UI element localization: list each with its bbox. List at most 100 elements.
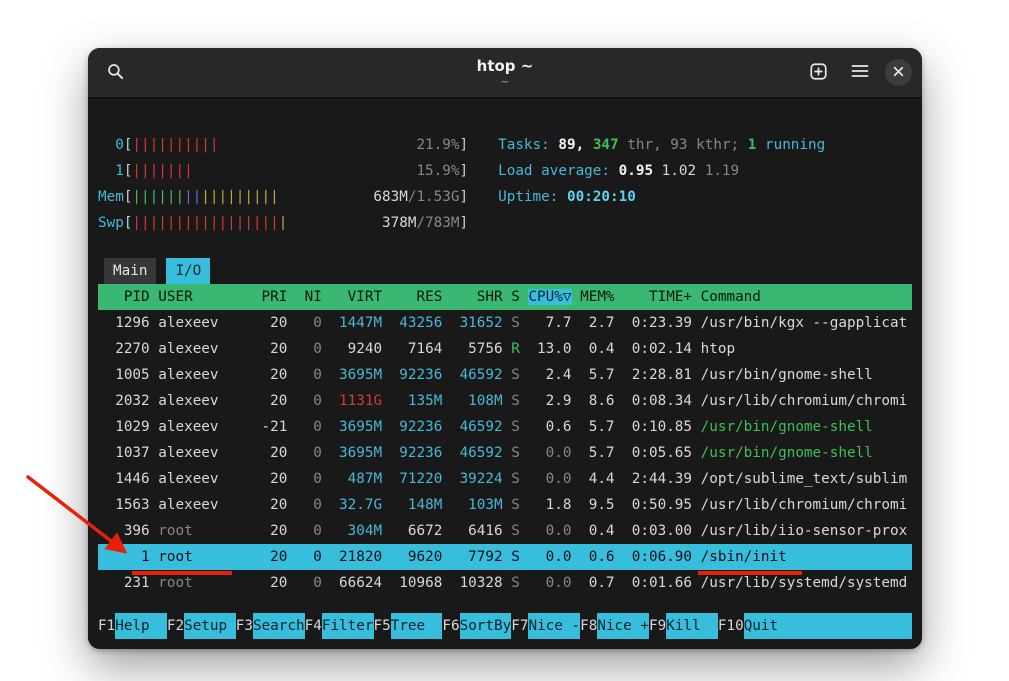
cell-mem: 4.4 bbox=[580, 471, 614, 487]
cell-res: 135M bbox=[391, 393, 443, 409]
cell-state: S bbox=[511, 393, 520, 409]
fn-action-label: Nice + bbox=[597, 613, 649, 639]
cell-user: alexeev bbox=[158, 341, 244, 357]
column-header-ni[interactable]: NI bbox=[296, 289, 322, 305]
column-header-state[interactable]: S bbox=[511, 289, 520, 305]
meter-bar-segment: | bbox=[279, 215, 288, 231]
cell-virt: 1131G bbox=[330, 393, 382, 409]
fn-item-f8[interactable]: F8Nice + bbox=[580, 613, 649, 639]
column-header-cpu[interactable]: CPU%▽ bbox=[528, 289, 571, 305]
cell-res: 43256 bbox=[391, 315, 443, 331]
meter-label: 1 bbox=[98, 158, 124, 184]
cell-user: root bbox=[158, 523, 244, 539]
cell-command: /usr/lib/chromium/chromi bbox=[701, 497, 908, 513]
cell-pri: 20 bbox=[253, 393, 287, 409]
cell-pri: 20 bbox=[253, 367, 287, 383]
fn-item-f7[interactable]: F7Nice - bbox=[511, 613, 580, 639]
cell-time: 0:23.39 bbox=[623, 315, 692, 331]
fn-item-f2[interactable]: F2Setup bbox=[167, 613, 236, 639]
process-row[interactable]: 231 root 20 0 66624 10968 10328 S 0.0 0.… bbox=[98, 570, 912, 596]
fn-item-f1[interactable]: F1Help bbox=[98, 613, 167, 639]
fn-key-label: F6 bbox=[442, 613, 459, 639]
column-header-pri[interactable]: PRI bbox=[253, 289, 287, 305]
process-row[interactable]: 2270 alexeev 20 0 9240 7164 5756 R 13.0 … bbox=[98, 336, 912, 362]
search-button[interactable] bbox=[98, 56, 132, 90]
column-header-mem[interactable]: MEM% bbox=[580, 289, 614, 305]
menu-button[interactable] bbox=[843, 56, 877, 90]
process-row[interactable]: 1029 alexeev -21 0 3695M 92236 46592 S 0… bbox=[98, 414, 912, 440]
process-row[interactable]: 2032 alexeev 20 0 1131G 135M 108M S 2.9 … bbox=[98, 388, 912, 414]
meter-open-bracket: [ bbox=[124, 215, 133, 231]
cell-pri: 20 bbox=[253, 315, 287, 331]
cell-command: /usr/bin/kgx --gapplicat bbox=[701, 315, 908, 331]
cell-user: alexeev bbox=[158, 367, 244, 383]
cell-pid: 1 bbox=[98, 549, 150, 565]
cell-pri: -21 bbox=[253, 419, 287, 435]
stat-text: Load average: bbox=[498, 163, 619, 179]
process-row[interactable]: 1037 alexeev 20 0 3695M 92236 46592 S 0.… bbox=[98, 440, 912, 466]
tab-main[interactable]: Main bbox=[104, 258, 156, 284]
cell-pid: 1296 bbox=[98, 315, 150, 331]
terminal: 0[||||||||||21.9%]1[|||||||15.9%]Mem[|||… bbox=[88, 98, 922, 649]
process-row[interactable]: 1563 alexeev 20 0 32.7G 148M 103M S 1.8 … bbox=[98, 492, 912, 518]
cell-mem: 5.7 bbox=[580, 445, 614, 461]
meter-mem: Mem[|||||||||||||||||683M/1.53G] bbox=[98, 184, 468, 210]
console-window: htop ~ ~ bbox=[88, 48, 922, 649]
cell-cpu: 2.4 bbox=[528, 367, 571, 383]
column-header-res[interactable]: RES bbox=[391, 289, 443, 305]
cell-mem: 0.6 bbox=[580, 549, 614, 565]
meter-close-bracket: ] bbox=[460, 189, 469, 205]
process-row[interactable]: 1296 alexeev 20 0 1447M 43256 31652 S 7.… bbox=[98, 310, 912, 336]
search-icon bbox=[107, 63, 124, 83]
cell-shr: 46592 bbox=[451, 367, 503, 383]
process-row[interactable]: 1005 alexeev 20 0 3695M 92236 46592 S 2.… bbox=[98, 362, 912, 388]
meter-bar: ||||||||||||||||||378M/783M bbox=[132, 210, 459, 236]
cell-pid: 2270 bbox=[98, 341, 150, 357]
fn-item-f4[interactable]: F4Filter bbox=[305, 613, 374, 639]
cell-res: 92236 bbox=[391, 419, 443, 435]
cell-ni: 0 bbox=[296, 523, 322, 539]
close-button[interactable] bbox=[885, 59, 912, 86]
new-tab-button[interactable] bbox=[801, 56, 835, 90]
cell-user: alexeev bbox=[158, 445, 244, 461]
fn-item-f5[interactable]: F5Tree bbox=[374, 613, 443, 639]
column-header-command[interactable]: Command bbox=[701, 289, 761, 305]
column-header-pid[interactable]: PID bbox=[98, 289, 150, 305]
fn-item-f10[interactable]: F10Quit bbox=[718, 613, 912, 639]
fn-action-label: Help bbox=[115, 613, 167, 639]
column-header-virt[interactable]: VIRT bbox=[330, 289, 382, 305]
tab-io[interactable]: I/O bbox=[166, 258, 210, 284]
stat-text: thr bbox=[619, 137, 653, 153]
column-header-time[interactable]: TIME+ bbox=[623, 289, 692, 305]
cell-command: /usr/bin/gnome-shell bbox=[701, 419, 873, 435]
fn-key-label: F9 bbox=[649, 613, 666, 639]
cell-time: 0:06.90 bbox=[623, 549, 692, 565]
header-stats: Tasks: 89, 347 thr, 93 kthr; 1 runningLo… bbox=[498, 132, 825, 236]
meter-close-bracket: ] bbox=[460, 137, 469, 153]
process-row[interactable]: 396 root 20 0 304M 6672 6416 S 0.0 0.4 0… bbox=[98, 518, 912, 544]
fn-item-f3[interactable]: F3Search bbox=[236, 613, 305, 639]
fn-action-label: Setup bbox=[184, 613, 236, 639]
fn-item-f6[interactable]: F6SortBy bbox=[442, 613, 511, 639]
cell-command: /usr/bin/gnome-shell bbox=[701, 445, 873, 461]
cell-state: S bbox=[511, 315, 520, 331]
cell-state: S bbox=[511, 575, 520, 591]
fn-action-label: Quit bbox=[744, 613, 912, 639]
function-bar: F1Help F2Setup F3SearchF4FilterF5Tree F6… bbox=[98, 613, 912, 639]
stat-text: 347 bbox=[593, 137, 619, 153]
process-row-selected[interactable]: 1 root 20 0 21820 9620 7792 S 0.0 0.6 0:… bbox=[98, 544, 912, 570]
column-header-shr[interactable]: SHR bbox=[451, 289, 503, 305]
process-row[interactable]: 1446 alexeev 20 0 487M 71220 39224 S 0.0… bbox=[98, 466, 912, 492]
cell-res: 10968 bbox=[391, 575, 443, 591]
cell-cpu: 0.6 bbox=[528, 419, 571, 435]
column-header-user[interactable]: USER bbox=[158, 289, 244, 305]
cell-command: htop bbox=[701, 341, 735, 357]
cell-shr: 46592 bbox=[451, 419, 503, 435]
cell-command: /usr/lib/systemd/systemd bbox=[701, 575, 908, 591]
cell-pid: 1029 bbox=[98, 419, 150, 435]
meter-bar-segment: ||||||||||||||||| bbox=[132, 215, 278, 231]
cell-shr: 31652 bbox=[451, 315, 503, 331]
screen-tabs: Main I/O bbox=[98, 258, 912, 284]
fn-item-f9[interactable]: F9Kill bbox=[649, 613, 718, 639]
cell-state: S bbox=[511, 497, 520, 513]
